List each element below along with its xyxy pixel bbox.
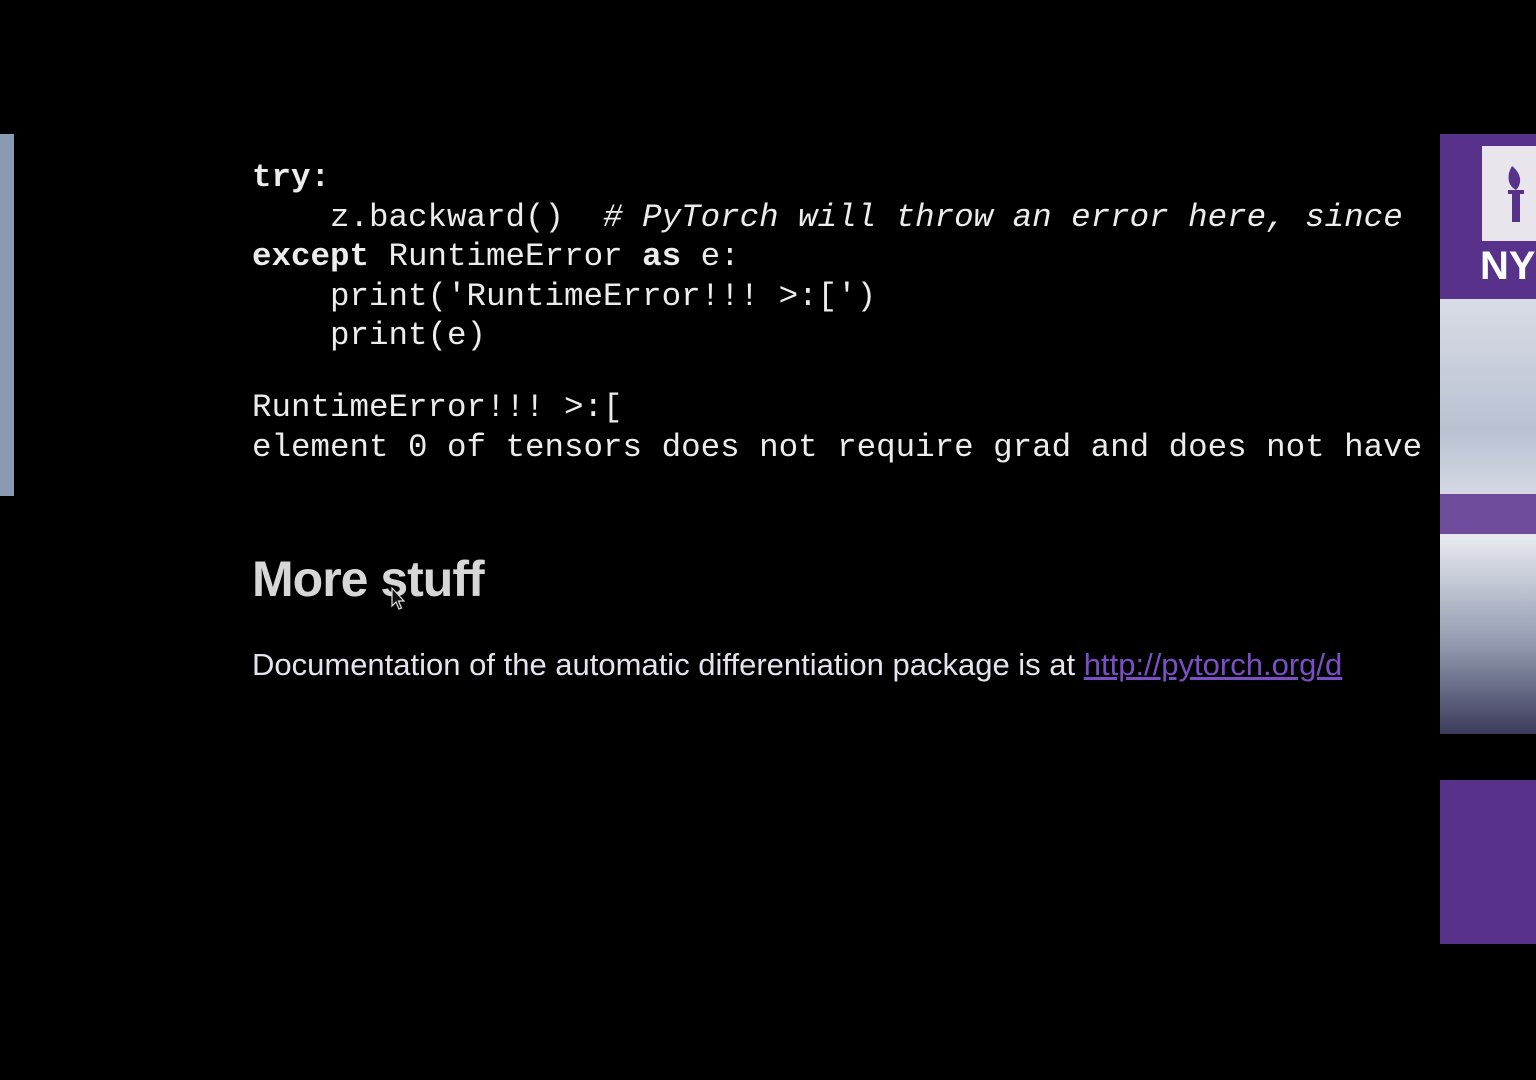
webcam-video-band: [1440, 494, 1536, 534]
code-line-print-e: print(e): [252, 317, 487, 354]
output-line-1: RuntimeError!!! >:[: [252, 389, 623, 426]
code-line-except: except RuntimeError as e:: [252, 237, 1440, 277]
code-exception-var: e:: [681, 238, 740, 275]
keyword-except: except: [252, 238, 370, 275]
slide-page: try: z.backward() # PyTorch will throw a…: [0, 0, 1536, 1080]
mouse-pointer-icon: [391, 587, 405, 610]
code-line-try: try:: [252, 158, 1440, 198]
doc-paragraph-text: Documentation of the automatic different…: [252, 647, 1084, 682]
logo-text: NY: [1480, 244, 1536, 288]
doc-link[interactable]: http://pytorch.org/d: [1084, 647, 1342, 682]
webcam-video: [1440, 299, 1536, 734]
doc-paragraph: Documentation of the automatic different…: [252, 645, 1440, 685]
keyword-as: as: [642, 238, 682, 275]
code-backward-call: z.backward(): [252, 198, 604, 236]
purple-panel: [1440, 780, 1536, 944]
code-exception-type: RuntimeError: [369, 238, 643, 275]
webcam-overlay: NY: [1440, 134, 1536, 734]
output-line-2: element 0 of tensors does not require gr…: [252, 429, 1423, 466]
left-scrollbar[interactable]: [0, 134, 14, 496]
section-heading: More stuff: [252, 551, 485, 607]
torch-logo-icon: [1482, 146, 1536, 241]
code-line-backward: z.backward() # PyTorch will throw an err…: [252, 198, 1440, 238]
code-cell: try: z.backward() # PyTorch will throw a…: [252, 158, 1440, 356]
code-line-print-message: print('RuntimeError!!! >:['): [252, 277, 877, 315]
keyword-try: try:: [252, 159, 331, 196]
code-output: RuntimeError!!! >:[element 0 of tensors …: [252, 388, 1440, 468]
torch-icon: [1508, 166, 1524, 222]
code-comment: # PyTorch will throw an error here, sinc…: [603, 198, 1403, 236]
